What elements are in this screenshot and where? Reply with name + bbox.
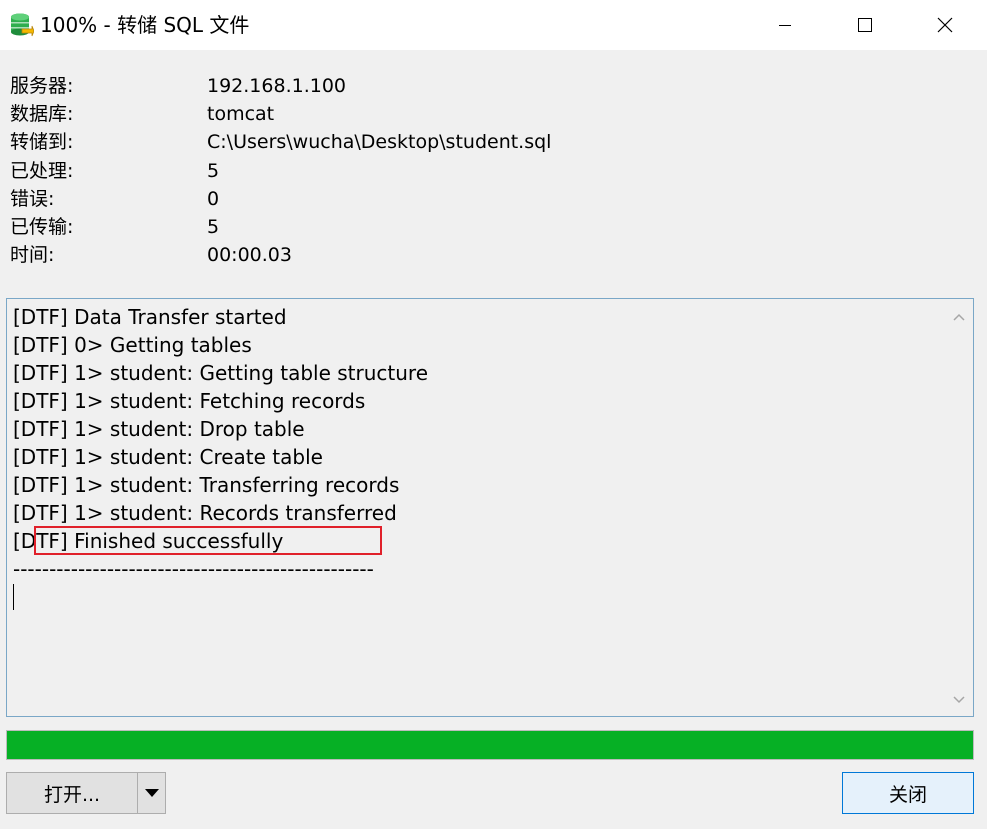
open-button[interactable]: 打开... <box>6 772 138 814</box>
chevron-up-icon <box>953 313 965 321</box>
processed-label: 已处理: <box>10 159 74 182</box>
text-caret <box>13 584 14 610</box>
transferred-label: 已传输: <box>10 215 74 238</box>
log-line: [DTF] 1> student: Create table <box>13 445 323 469</box>
progress-fill <box>7 731 973 759</box>
log-line: [DTF] 1> student: Fetching records <box>13 389 366 413</box>
chevron-down-icon <box>953 696 965 704</box>
log-textarea[interactable]: [DTF] Data Transfer started [DTF] 0> Get… <box>6 298 974 717</box>
vertical-scrollbar[interactable] <box>945 299 973 716</box>
transferred-value: 5 <box>207 215 220 238</box>
window-title: 100% - 转储 SQL 文件 <box>40 13 250 37</box>
time-value: 00:00.03 <box>207 244 292 267</box>
maximize-icon <box>858 18 872 32</box>
log-separator: ----------------------------------------… <box>13 557 374 581</box>
maximize-button[interactable] <box>825 0 905 50</box>
dump-to-label: 转储到: <box>10 131 74 154</box>
highlight-annotation <box>34 526 382 555</box>
dump-to-value: C:\Users\wucha\Desktop\student.sql <box>207 131 552 154</box>
dump-sql-dialog: 100% - 转储 SQL 文件 服务器: 192.168.1.100 数据库:… <box>0 0 987 829</box>
minimize-button[interactable] <box>745 0 825 50</box>
close-button[interactable]: 关闭 <box>842 772 974 814</box>
errors-value: 0 <box>207 187 220 210</box>
title-bar[interactable]: 100% - 转储 SQL 文件 <box>0 0 987 50</box>
database-value: tomcat <box>207 103 275 126</box>
scroll-down-button[interactable] <box>945 686 973 714</box>
log-line: [DTF] Data Transfer started <box>13 305 287 329</box>
database-label: 数据库: <box>10 103 74 126</box>
close-icon <box>937 17 953 33</box>
caret-down-icon <box>144 789 159 797</box>
open-dropdown-button[interactable] <box>137 772 166 814</box>
time-label: 时间: <box>10 244 55 267</box>
scroll-up-button[interactable] <box>945 303 973 331</box>
log-line: [DTF] 1> student: Transferring records <box>13 473 400 497</box>
log-line: [DTF] 1> student: Drop table <box>13 417 305 441</box>
errors-label: 错误: <box>10 187 55 210</box>
processed-value: 5 <box>207 159 220 182</box>
log-line: [DTF] 1> student: Records transferred <box>13 501 397 525</box>
minimize-icon <box>779 25 791 26</box>
progress-bar <box>6 730 974 760</box>
server-value: 192.168.1.100 <box>207 75 347 97</box>
server-label: 服务器: <box>10 75 74 97</box>
log-line: [DTF] 1> student: Getting table structur… <box>13 361 429 385</box>
log-line: [DTF] 0> Getting tables <box>13 333 252 357</box>
database-export-icon <box>8 12 35 38</box>
close-window-button[interactable] <box>905 0 985 50</box>
